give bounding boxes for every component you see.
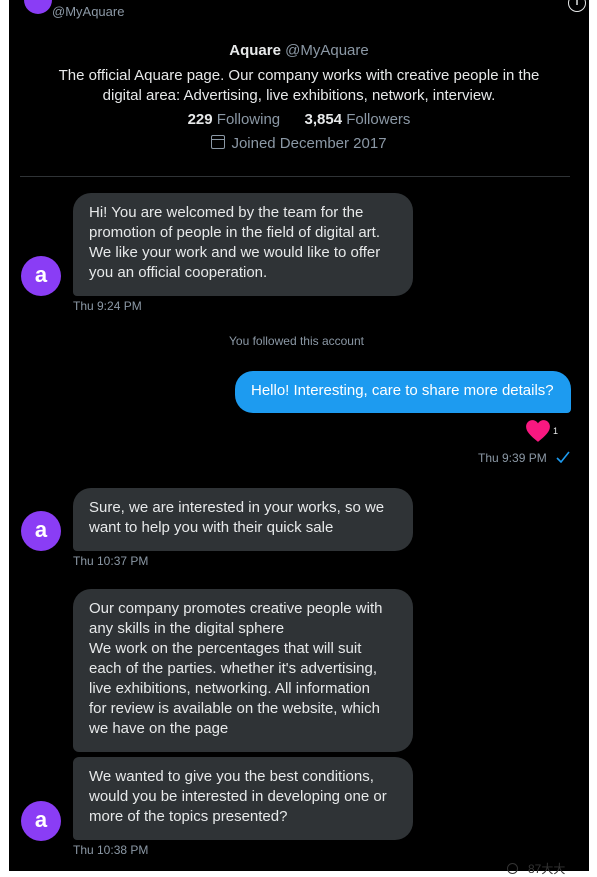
profile-stats: 229 Following 3,854 Followers bbox=[9, 110, 589, 130]
message-timestamp: Thu 10:38 PM bbox=[73, 843, 149, 857]
calendar-icon bbox=[211, 135, 226, 149]
profile-joined: Joined December 2017 bbox=[9, 134, 589, 154]
message-line: live exhibitions, networking. All inform… bbox=[89, 680, 370, 697]
my-message-bubble[interactable]: Hello! Interesting, care to share more d… bbox=[235, 371, 571, 413]
followers-link[interactable]: 3,854 Followers bbox=[305, 111, 411, 128]
profile-handle: @MyAquare bbox=[285, 42, 369, 59]
profile-bio: The official Aquare page. Our company wo… bbox=[58, 67, 540, 104]
message-line: for review is available on the website, … bbox=[89, 700, 380, 717]
message-line: more of the topics presented? bbox=[89, 808, 288, 825]
info-icon[interactable]: i bbox=[568, 0, 586, 12]
message-line: promotion of people in the field of digi… bbox=[89, 224, 381, 241]
message-line: any skills in the digital sphere bbox=[89, 620, 285, 637]
message-line: Sure, we are interested in your works, s… bbox=[89, 499, 385, 516]
reaction-count: 1 bbox=[553, 426, 559, 436]
watermark-icon bbox=[507, 863, 518, 874]
following-label: Following bbox=[216, 111, 281, 128]
check-icon bbox=[556, 451, 570, 463]
message-line: Hi! You are welcomed by the team for the bbox=[89, 204, 364, 221]
avatar-letter: a bbox=[34, 262, 48, 287]
followers-count: 3,854 bbox=[304, 111, 343, 128]
message-bubble[interactable]: Hi! You are welcomed by the team for the… bbox=[73, 193, 413, 296]
message-timestamp: Thu 9:24 PM bbox=[73, 299, 142, 313]
joined-text: Joined December 2017 bbox=[231, 135, 387, 152]
divider bbox=[20, 176, 570, 177]
following-link[interactable]: 229 Following bbox=[188, 111, 285, 128]
message-timestamp: Thu 9:39 PM bbox=[478, 451, 547, 465]
message-bubble[interactable]: Sure, we are interested in your works, s… bbox=[73, 488, 413, 551]
message-line: We work on the percentages that will sui… bbox=[89, 640, 362, 657]
message-line: We wanted to give you the best condition… bbox=[89, 768, 374, 785]
avatar-letter: a bbox=[34, 807, 48, 832]
header-avatar[interactable] bbox=[24, 0, 52, 14]
message-line: Hello! Interesting, care to share more d… bbox=[251, 382, 554, 399]
sender-avatar[interactable]: a bbox=[21, 801, 61, 841]
message-line: Our company promotes creative people wit… bbox=[89, 600, 383, 617]
message-line: want to help you with their quick sale bbox=[89, 519, 334, 536]
sender-avatar[interactable]: a bbox=[21, 256, 61, 296]
watermark-text: 87大大 bbox=[528, 862, 566, 876]
message-bubble[interactable]: Our company promotes creative people wit… bbox=[73, 589, 413, 752]
heart-icon[interactable] bbox=[525, 419, 551, 443]
profile-summary: Aquare @MyAquare The official Aquare pag… bbox=[9, 42, 589, 154]
sender-avatar[interactable]: a bbox=[21, 511, 61, 551]
watermark: 87大大 bbox=[507, 860, 565, 877]
profile-name[interactable]: Aquare bbox=[229, 42, 281, 59]
following-count: 229 bbox=[187, 111, 213, 128]
header-handle: @MyAquare bbox=[52, 4, 125, 19]
message-line: We like your work and we would like to o… bbox=[89, 244, 381, 261]
avatar-letter: a bbox=[34, 517, 48, 542]
profile-name-line: Aquare @MyAquare bbox=[9, 42, 589, 59]
message-line: would you be interested in developing on… bbox=[89, 788, 387, 805]
system-note: You followed this account bbox=[229, 334, 364, 348]
followers-label: Followers bbox=[346, 111, 411, 128]
message-line: each of the parties. whether it's advert… bbox=[89, 660, 378, 677]
dm-conversation-panel: @MyAquare i Aquare @MyAquare The officia… bbox=[9, 0, 589, 871]
message-timestamp: Thu 10:37 PM bbox=[73, 554, 149, 568]
message-line: we have on the page bbox=[89, 720, 229, 737]
message-line: you an official cooperation. bbox=[89, 264, 268, 281]
message-bubble[interactable]: We wanted to give you the best condition… bbox=[73, 757, 413, 840]
